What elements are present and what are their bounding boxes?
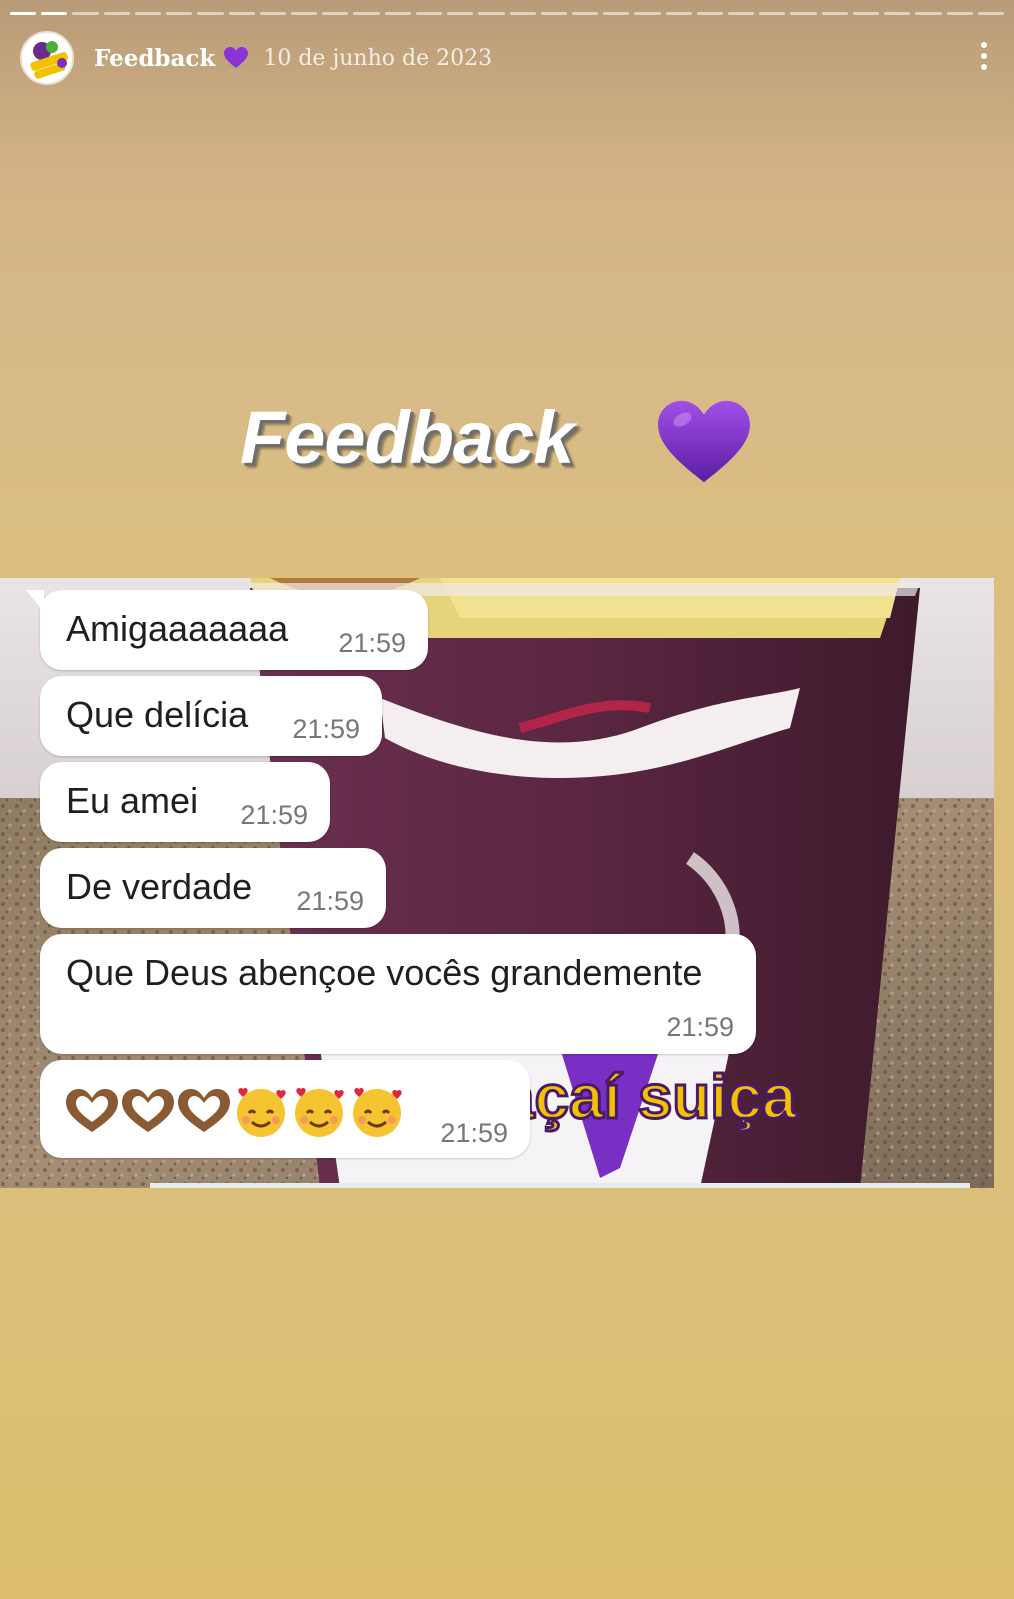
- progress-segment: [478, 12, 505, 15]
- progress-segment: [447, 12, 474, 15]
- progress-segment: [103, 12, 130, 15]
- headline-text: Feedback: [240, 396, 574, 479]
- chat-bubble: 🫶🫶🫶🥰🥰🥰: [40, 1060, 530, 1158]
- progress-segment: [72, 12, 99, 15]
- progress-segment: [634, 12, 661, 15]
- story-title: Feedback: [94, 44, 216, 72]
- progress-segment: [415, 12, 443, 15]
- progress-segment: [946, 12, 973, 15]
- story-header: Feedback 10 de junho de 2023: [20, 30, 994, 86]
- message-text: Amigaaaaaaa: [66, 608, 289, 649]
- progress-segment: [852, 12, 880, 15]
- smiling-face-with-hearts-icon: [295, 1087, 344, 1137]
- progress-segment: [290, 12, 318, 15]
- more-vertical-icon[interactable]: [978, 42, 990, 74]
- progress-segment: [540, 12, 567, 15]
- smiling-face-with-hearts-icon: [353, 1087, 402, 1137]
- smiling-face-with-hearts-icon: [237, 1087, 286, 1137]
- progress-segment: [322, 12, 349, 15]
- progress-segment: [228, 12, 255, 15]
- progress-segment: [603, 12, 630, 15]
- progress-segment: [696, 12, 724, 15]
- avatar[interactable]: [20, 31, 74, 85]
- message-time: 21:59: [666, 1012, 734, 1042]
- progress-segment: [977, 12, 1004, 15]
- progress-segment: [384, 12, 411, 15]
- message-text: De verdade: [66, 866, 253, 907]
- progress-segment: [166, 12, 193, 15]
- chat-bubble: Amigaaaaaaa 21:59: [26, 590, 428, 670]
- progress-segment: [197, 12, 224, 15]
- progress-segment: [728, 12, 755, 15]
- chat-bubble: Eu amei 21:59: [40, 762, 330, 842]
- message-time: 21:59: [338, 628, 406, 658]
- progress-segment: [759, 12, 786, 15]
- progress-segment: [41, 12, 68, 15]
- progress-segment: [665, 12, 692, 15]
- message-text: Que Deus abençoe vocês grandemente: [66, 952, 703, 993]
- message-time: 21:59: [296, 886, 364, 916]
- message-time: 21:59: [240, 800, 308, 830]
- progress-segment: [884, 12, 911, 15]
- message-time: 21:59: [292, 714, 360, 744]
- cup-label-text: açaí suiça: [500, 1063, 797, 1132]
- message-time: 21:59: [440, 1118, 508, 1148]
- heart-hands-icon: [66, 1089, 118, 1132]
- progress-segment: [509, 12, 536, 15]
- story-date: 10 de junho de 2023: [263, 45, 493, 71]
- progress-segment: [915, 12, 942, 15]
- purple-heart-icon: [224, 47, 249, 68]
- chat-bubble: De verdade 21:59: [40, 848, 386, 928]
- emoji-row: [64, 1082, 406, 1140]
- acai-logo-icon: [24, 35, 72, 83]
- progress-segment: [790, 12, 817, 15]
- progress-segment: [353, 12, 380, 15]
- chat-bubble: Que delícia 21:59: [40, 676, 382, 756]
- progress-segment: [10, 12, 37, 15]
- chat-bubble: Que Deus abençoe vocês grandemente 21:59: [40, 934, 756, 1054]
- heart-hands-icon: [178, 1089, 230, 1132]
- progress-segment: [571, 12, 599, 15]
- progress-segment: [134, 12, 162, 15]
- progress-segment: [821, 12, 848, 15]
- message-text: Que delícia: [66, 694, 249, 735]
- progress-segment: [259, 12, 286, 15]
- heart-hands-icon: [122, 1089, 174, 1132]
- purple-heart-icon: [658, 400, 750, 483]
- message-text: Eu amei: [66, 780, 199, 821]
- story-progress-bar: [10, 12, 1004, 15]
